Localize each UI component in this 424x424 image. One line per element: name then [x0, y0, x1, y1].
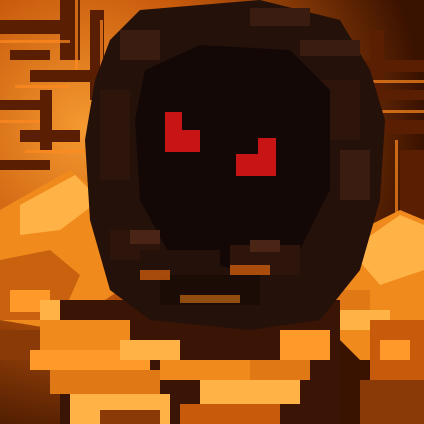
- hood: [85, 0, 385, 330]
- game-scene: [0, 0, 424, 424]
- voxel-figure-render: [0, 0, 424, 424]
